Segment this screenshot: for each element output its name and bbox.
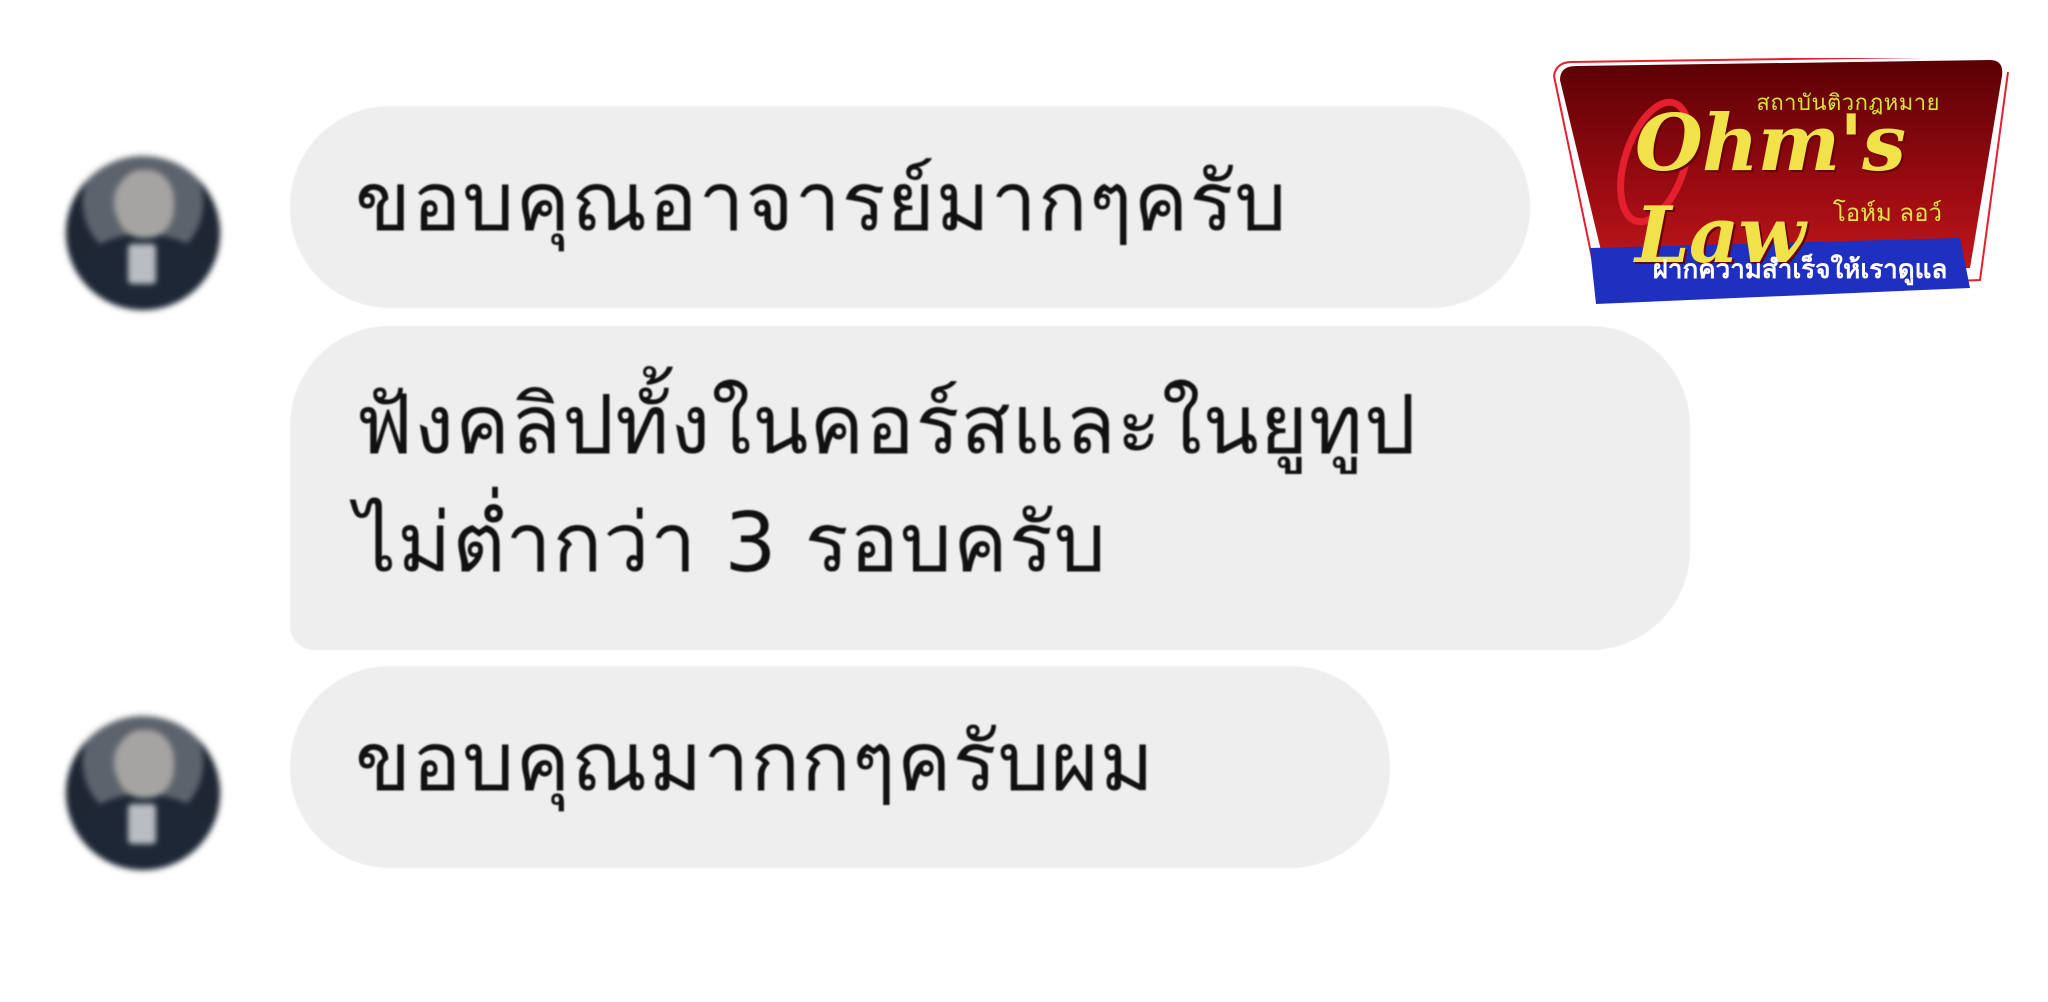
sender-avatar[interactable] — [66, 156, 220, 310]
message-text: ขอบคุณอาจารย์มากๆครับ — [355, 155, 1288, 250]
message-text-line-1: ฟังคลิปทั้งในคอร์สและในยูทูป — [355, 378, 1418, 473]
message-text-line-2: ไม่ต่ำกว่า 3 รอบครับ — [355, 496, 1107, 591]
sender-avatar[interactable] — [66, 716, 220, 870]
avatar-shirt — [128, 244, 156, 284]
avatar-shirt — [128, 804, 156, 844]
message-bubble[interactable] — [290, 326, 1690, 650]
logo-tagline: ฝากความสำเร็จให้เราดูแล — [1652, 255, 1948, 285]
avatar-head — [116, 170, 174, 238]
ohms-law-logo: สถาบันติวกฎหมาย Ohm's Law โอห์ม ลอว์ ฝาก… — [1550, 58, 2010, 308]
logo-sub-text: โอห์ม ลอว์ — [1832, 199, 1942, 227]
avatar-head — [116, 730, 174, 798]
message-text: ขอบคุณมากกๆครับผม — [355, 715, 1155, 810]
